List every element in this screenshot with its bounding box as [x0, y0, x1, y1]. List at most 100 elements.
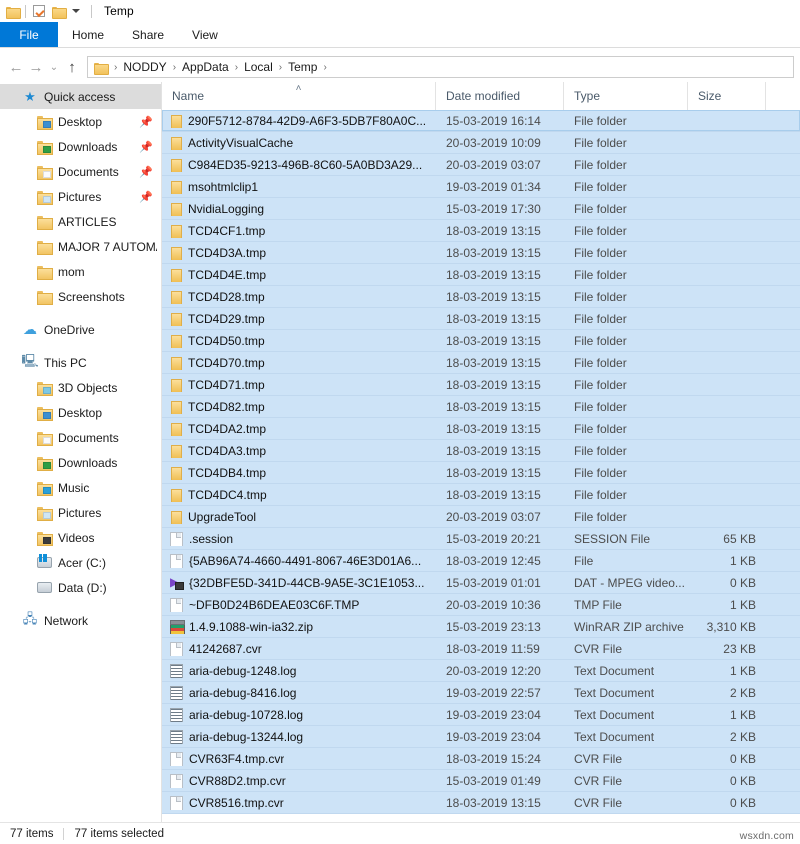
sidebar-item-downloads[interactable]: Downloads📌 — [0, 134, 161, 159]
sidebar-item-major-7-automation[interactable]: MAJOR 7 AUTOMATION — [0, 234, 161, 259]
sidebar-item-articles[interactable]: ARTICLES — [0, 209, 161, 234]
file-list[interactable]: 290F5712-8784-42D9-A6F3-5DB7F80A0C...15-… — [162, 110, 800, 822]
sidebar-item-onedrive[interactable]: ☁OneDrive — [0, 317, 161, 342]
new-folder-icon[interactable] — [50, 3, 66, 19]
sidebar-item-documents[interactable]: Documents📌 — [0, 159, 161, 184]
table-row[interactable]: TCD4D82.tmp18-03-2019 13:15File folder — [162, 396, 800, 418]
back-button[interactable]: ← — [6, 57, 26, 77]
tab-share[interactable]: Share — [118, 22, 178, 47]
table-row[interactable]: aria-debug-13244.log19-03-2019 23:04Text… — [162, 726, 800, 748]
table-row[interactable]: CVR8516.tmp.cvr18-03-2019 13:15CVR File0… — [162, 792, 800, 814]
up-button[interactable]: ↑ — [62, 57, 82, 77]
table-row[interactable]: .session15-03-2019 20:21SESSION File65 K… — [162, 528, 800, 550]
sidebar-item-documents[interactable]: Documents — [0, 425, 161, 450]
sidebar-item-screenshots[interactable]: Screenshots — [0, 284, 161, 309]
sidebar-item-label: mom — [58, 265, 85, 279]
folder-pictures-icon — [37, 507, 51, 519]
table-row[interactable]: TCD4DC4.tmp18-03-2019 13:15File folder — [162, 484, 800, 506]
table-row[interactable]: TCD4D3A.tmp18-03-2019 13:15File folder — [162, 242, 800, 264]
sidebar-item-mom[interactable]: mom — [0, 259, 161, 284]
tab-file[interactable]: File — [0, 22, 58, 47]
table-row[interactable]: TCD4D70.tmp18-03-2019 13:15File folder — [162, 352, 800, 374]
sidebar-item-3d-objects[interactable]: 3D Objects — [0, 375, 161, 400]
recent-locations-button[interactable]: ⌄ — [46, 57, 62, 77]
sidebar-item-pictures[interactable]: Pictures — [0, 500, 161, 525]
customize-qat-icon[interactable] — [72, 9, 80, 13]
sidebar-item-desktop[interactable]: Desktop — [0, 400, 161, 425]
file-name: TCD4DA2.tmp — [188, 422, 266, 436]
properties-icon[interactable] — [31, 3, 47, 19]
table-row[interactable]: UpgradeTool20-03-2019 03:07File folder — [162, 506, 800, 528]
navigation-pane[interactable]: ★Quick accessDesktop📌Downloads📌Documents… — [0, 82, 161, 822]
folder-downloads-icon — [37, 141, 51, 153]
table-row[interactable]: TCD4DB4.tmp18-03-2019 13:15File folder — [162, 462, 800, 484]
cell-name: TCD4D70.tmp — [162, 356, 436, 370]
table-row[interactable]: TCD4DA3.tmp18-03-2019 13:15File folder — [162, 440, 800, 462]
table-row[interactable]: ActivityVisualCache20-03-2019 10:09File … — [162, 132, 800, 154]
sidebar-item-music[interactable]: Music — [0, 475, 161, 500]
explorer-icon[interactable] — [4, 3, 20, 19]
table-row[interactable]: TCD4D4E.tmp18-03-2019 13:15File folder — [162, 264, 800, 286]
table-row[interactable]: NvidiaLogging15-03-2019 17:30File folder — [162, 198, 800, 220]
column-header-type[interactable]: Type — [564, 82, 688, 110]
table-row[interactable]: 41242687.cvr18-03-2019 11:59CVR File23 K… — [162, 638, 800, 660]
table-row[interactable]: TCD4D29.tmp18-03-2019 13:15File folder — [162, 308, 800, 330]
sidebar-item-label: Documents — [58, 431, 119, 445]
file-name: aria-debug-13244.log — [189, 730, 303, 744]
table-row[interactable]: aria-debug-10728.log19-03-2019 23:04Text… — [162, 704, 800, 726]
column-header-name[interactable]: ˄ Name — [162, 82, 436, 110]
table-row[interactable]: aria-debug-1248.log20-03-2019 12:20Text … — [162, 660, 800, 682]
table-row[interactable]: TCD4D50.tmp18-03-2019 13:15File folder — [162, 330, 800, 352]
folder-icon — [170, 180, 181, 194]
cell-name: msohtmlclip1 — [162, 180, 436, 194]
cell-name: CVR63F4.tmp.cvr — [162, 752, 436, 766]
folder-icon — [170, 268, 181, 282]
cell-size: 0 KB — [688, 774, 766, 788]
sidebar-item-downloads[interactable]: Downloads — [0, 450, 161, 475]
table-row[interactable]: msohtmlclip119-03-2019 01:34File folder — [162, 176, 800, 198]
table-row[interactable]: ~DFB0D24B6DEAE03C6F.TMP20-03-2019 10:36T… — [162, 594, 800, 616]
table-row[interactable]: TCD4CF1.tmp18-03-2019 13:15File folder — [162, 220, 800, 242]
column-header-date-modified[interactable]: Date modified — [436, 82, 564, 110]
folder-icon — [170, 334, 181, 348]
table-row[interactable]: 290F5712-8784-42D9-A6F3-5DB7F80A0C...15-… — [162, 110, 800, 132]
forward-button[interactable]: → — [26, 57, 46, 77]
table-row[interactable]: {5AB96A74-4660-4491-8067-46E3D01A6...18-… — [162, 550, 800, 572]
table-row[interactable]: {32DBFE5D-341D-44CB-9A5E-3C1E1053...15-0… — [162, 572, 800, 594]
sort-ascending-icon: ˄ — [296, 84, 302, 94]
file-name: TCD4D70.tmp — [188, 356, 265, 370]
sidebar-item-pictures[interactable]: Pictures📌 — [0, 184, 161, 209]
sidebar-item-quick-access[interactable]: ★Quick access — [0, 84, 161, 109]
table-row[interactable]: 1.4.9.1088-win-ia32.zip15-03-2019 23:13W… — [162, 616, 800, 638]
cell-name: UpgradeTool — [162, 510, 436, 524]
table-row[interactable]: C984ED35-9213-496B-8C60-5A0BD3A29...20-0… — [162, 154, 800, 176]
tab-home[interactable]: Home — [58, 22, 118, 47]
sidebar-item-label: OneDrive — [44, 323, 95, 337]
status-selection: 77 items selected — [74, 828, 164, 840]
sidebar-item-videos[interactable]: Videos — [0, 525, 161, 550]
sidebar-item-acer-c-[interactable]: Acer (C:) — [0, 550, 161, 575]
table-row[interactable]: CVR88D2.tmp.cvr15-03-2019 01:49CVR File0… — [162, 770, 800, 792]
pin-icon[interactable]: 📌 — [139, 190, 153, 203]
table-row[interactable]: TCD4D71.tmp18-03-2019 13:15File folder — [162, 374, 800, 396]
sidebar-item-data-d-[interactable]: Data (D:) — [0, 575, 161, 600]
sidebar-item-desktop[interactable]: Desktop📌 — [0, 109, 161, 134]
column-header-size[interactable]: Size — [688, 82, 766, 110]
column-header-date-label: Date modified — [446, 89, 520, 103]
table-row[interactable]: TCD4DA2.tmp18-03-2019 13:15File folder — [162, 418, 800, 440]
table-row[interactable]: CVR63F4.tmp.cvr18-03-2019 15:24CVR File0… — [162, 748, 800, 770]
breadcrumb[interactable]: › NODDY › AppData › Local › Temp › — [87, 56, 794, 78]
breadcrumb-item-appdata[interactable]: AppData — [179, 60, 232, 74]
table-row[interactable]: aria-debug-8416.log19-03-2019 22:57Text … — [162, 682, 800, 704]
tab-view[interactable]: View — [178, 22, 232, 47]
breadcrumb-item-noddy[interactable]: NODDY — [120, 60, 169, 74]
pin-icon[interactable]: 📌 — [139, 115, 153, 128]
table-row[interactable]: TCD4D28.tmp18-03-2019 13:15File folder — [162, 286, 800, 308]
pin-icon[interactable]: 📌 — [139, 165, 153, 178]
breadcrumb-item-local[interactable]: Local — [241, 60, 276, 74]
breadcrumb-item-temp[interactable]: Temp — [285, 60, 320, 74]
sidebar-group-gap — [0, 600, 161, 608]
sidebar-item-this-pc[interactable]: 🖳This PC — [0, 350, 161, 375]
sidebar-item-network[interactable]: 🖧Network — [0, 608, 161, 633]
pin-icon[interactable]: 📌 — [139, 140, 153, 153]
